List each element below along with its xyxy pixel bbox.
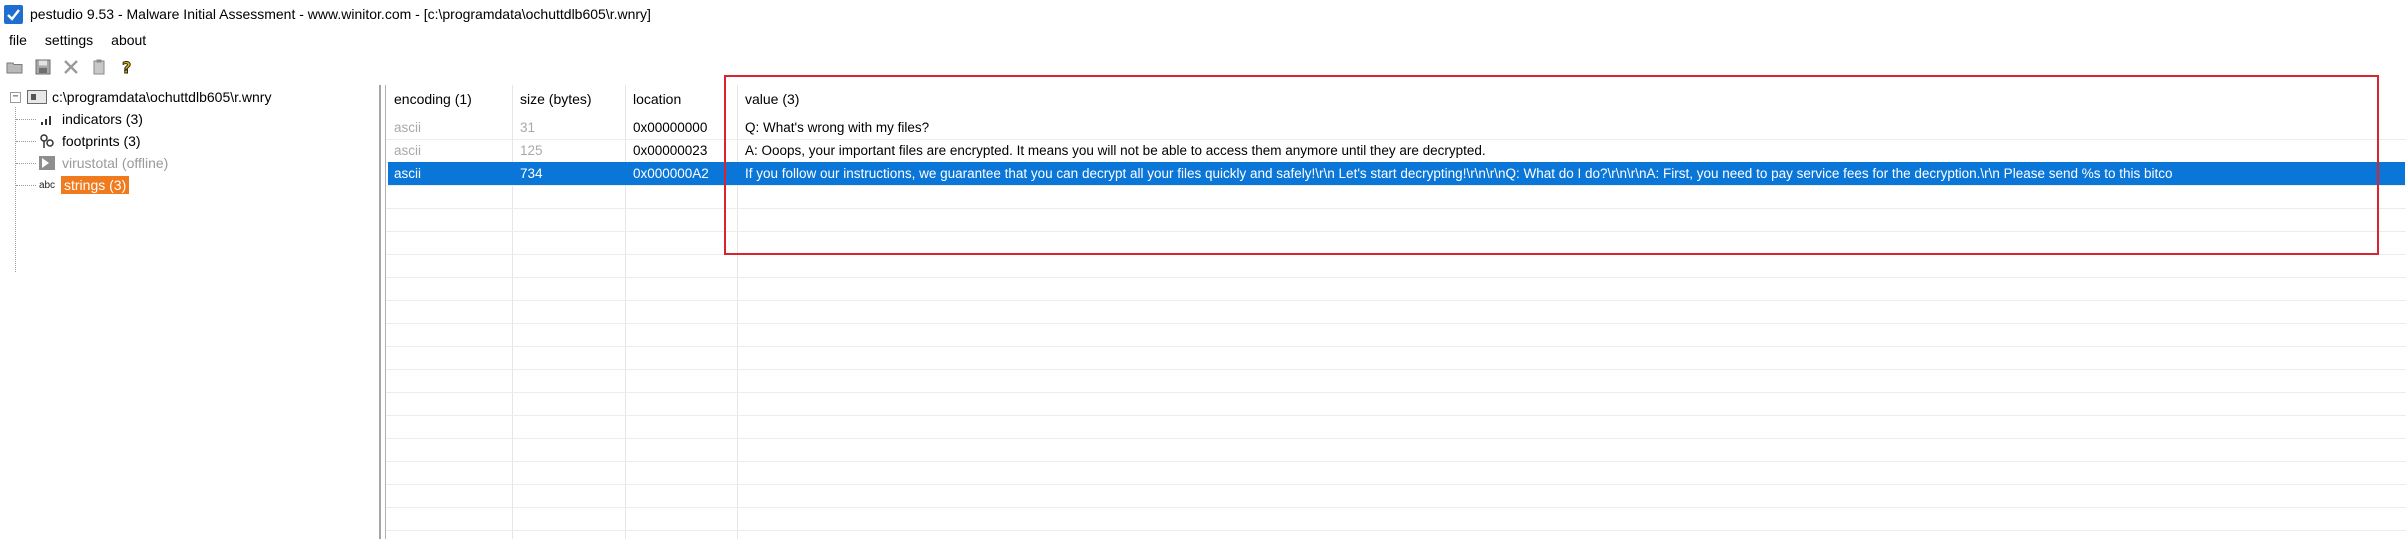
- tree-pane: − c:\programdata\ochuttdlb605\r.wnry ind…: [0, 85, 381, 539]
- cell-size[interactable]: 31: [512, 116, 625, 139]
- tree-item-strings[interactable]: abc strings (3): [16, 174, 130, 196]
- cell-location[interactable]: 0x00000023: [625, 139, 737, 162]
- collapse-icon[interactable]: −: [10, 91, 21, 103]
- cell-location[interactable]: 0x00000000: [625, 116, 737, 139]
- tree-item-indicators[interactable]: indicators (3): [16, 108, 143, 130]
- title-bar: pestudio 9.53 - Malware Initial Assessme…: [0, 0, 2406, 28]
- menu-bar: file settings about: [0, 28, 2406, 52]
- indicators-icon: [36, 111, 58, 127]
- column-header-value[interactable]: value (3): [737, 85, 1137, 113]
- cell-encoding[interactable]: ascii: [386, 116, 512, 139]
- close-icon[interactable]: [60, 56, 82, 78]
- menu-about[interactable]: about: [102, 32, 155, 48]
- tree-item-footprints[interactable]: footprints (3): [16, 130, 141, 152]
- cell-value[interactable]: A: Ooops, your important files are encry…: [737, 139, 2406, 162]
- save-icon[interactable]: [32, 56, 54, 78]
- tree-root-label: c:\programdata\ochuttdlb605\r.wnry: [52, 89, 272, 105]
- tree-item-label: indicators (3): [62, 111, 143, 127]
- tree-item-label: strings (3): [61, 176, 130, 194]
- pestudio-app-icon: [4, 4, 23, 24]
- help-icon[interactable]: ?: [116, 56, 138, 78]
- cell-encoding[interactable]: ascii: [386, 139, 512, 162]
- strings-icon: abc: [38, 179, 56, 191]
- cell-encoding[interactable]: ascii: [386, 162, 512, 185]
- menu-settings[interactable]: settings: [36, 32, 102, 48]
- cell-size[interactable]: 734: [512, 162, 625, 185]
- cell-location[interactable]: 0x000000A2: [625, 162, 737, 185]
- toolbar: ?: [0, 53, 2406, 81]
- column-header-encoding[interactable]: encoding (1): [386, 85, 512, 113]
- strings-grid: encoding (1) size (bytes) location value…: [385, 85, 2406, 539]
- tree-item-label: footprints (3): [62, 133, 141, 149]
- cell-size[interactable]: 125: [512, 139, 625, 162]
- svg-text:?: ?: [122, 58, 131, 76]
- tree-root-node[interactable]: − c:\programdata\ochuttdlb605\r.wnry: [10, 87, 271, 107]
- cell-value[interactable]: Q: What's wrong with my files?: [737, 116, 2406, 139]
- tree-item-virustotal[interactable]: virustotal (offline): [16, 152, 168, 174]
- column-header-size[interactable]: size (bytes): [512, 85, 625, 113]
- menu-file[interactable]: file: [0, 32, 36, 48]
- cell-value[interactable]: If you follow our instructions, we guara…: [737, 162, 2405, 185]
- window-title: pestudio 9.53 - Malware Initial Assessme…: [30, 6, 651, 22]
- open-folder-icon[interactable]: [4, 56, 26, 78]
- virustotal-icon: [36, 155, 58, 171]
- tree-item-label: virustotal (offline): [62, 155, 169, 171]
- file-icon: [27, 90, 47, 104]
- footprints-icon: [36, 133, 58, 149]
- clipboard-icon[interactable]: [88, 56, 110, 78]
- column-header-location[interactable]: location: [625, 85, 737, 113]
